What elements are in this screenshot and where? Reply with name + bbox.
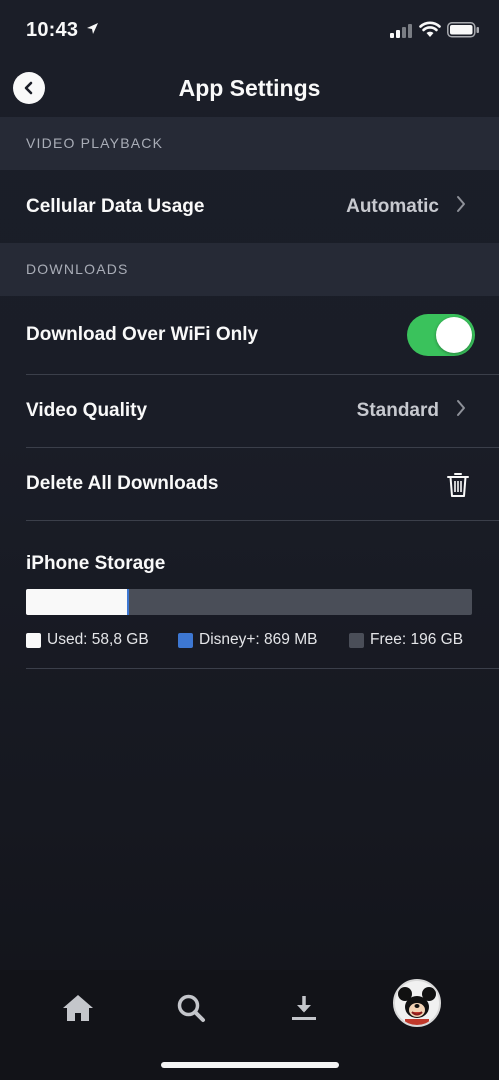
legend-used-swatch bbox=[26, 632, 41, 648]
tab-home[interactable] bbox=[54, 984, 102, 1032]
chevron-right-icon bbox=[456, 399, 466, 423]
home-icon bbox=[63, 995, 93, 1021]
video-quality-label: Video Quality bbox=[26, 400, 148, 421]
chevron-right-icon bbox=[456, 195, 466, 219]
toggle-knob bbox=[436, 317, 472, 353]
wifi-only-toggle[interactable] bbox=[407, 314, 475, 356]
legend-free-label: Free: 196 GB bbox=[370, 631, 464, 648]
search-icon bbox=[177, 994, 205, 1022]
download-over-wifi-label: Download Over WiFi Only bbox=[26, 324, 259, 345]
section-header-video-playback: VIDEO PLAYBACK bbox=[0, 117, 499, 170]
delete-all-downloads-label: Delete All Downloads bbox=[26, 473, 219, 494]
location-arrow-icon bbox=[86, 22, 99, 40]
profile-avatar[interactable] bbox=[393, 979, 441, 1027]
divider bbox=[26, 520, 499, 521]
legend-free: Free: 196 GB bbox=[349, 631, 463, 649]
divider bbox=[26, 668, 499, 669]
legend-disney: Disney+: 869 MB bbox=[178, 631, 317, 649]
status-bar: 10:43 bbox=[0, 0, 499, 60]
legend-used: Used: 58,8 GB bbox=[26, 631, 149, 649]
tab-downloads[interactable] bbox=[280, 984, 328, 1032]
section-header-downloads: DOWNLOADS bbox=[0, 243, 499, 296]
legend-disney-swatch bbox=[178, 632, 193, 648]
storage-usage-bar bbox=[26, 589, 472, 615]
cellular-signal-icon bbox=[390, 24, 414, 43]
video-quality-value: Standard bbox=[356, 400, 439, 421]
wifi-icon bbox=[419, 21, 441, 43]
home-indicator[interactable] bbox=[161, 1062, 339, 1068]
mickey-mouse-avatar-icon bbox=[395, 981, 439, 1025]
trash-icon[interactable] bbox=[447, 472, 469, 503]
cellular-data-usage-row[interactable]: Cellular Data Usage Automatic bbox=[0, 170, 499, 243]
tab-search[interactable] bbox=[167, 984, 215, 1032]
page-title: App Settings bbox=[178, 75, 321, 101]
storage-used-segment bbox=[26, 589, 127, 615]
downloads-icon bbox=[292, 996, 316, 1020]
legend-disney-label: Disney+: 869 MB bbox=[199, 631, 318, 648]
legend-free-swatch bbox=[349, 632, 364, 648]
nav-bar: App Settings bbox=[0, 60, 499, 118]
cellular-data-usage-value: Automatic bbox=[346, 195, 439, 217]
storage-disney-segment bbox=[127, 589, 129, 615]
battery-icon bbox=[447, 22, 480, 43]
status-time: 10:43 bbox=[26, 19, 79, 41]
storage-title: iPhone Storage bbox=[26, 553, 166, 574]
delete-all-downloads-row[interactable]: Delete All Downloads bbox=[0, 448, 499, 520]
cellular-data-usage-label: Cellular Data Usage bbox=[26, 195, 205, 217]
storage-legend: Used: 58,8 GB Disney+: 869 MB Free: 196 … bbox=[26, 631, 486, 651]
video-quality-row[interactable]: Video Quality Standard bbox=[0, 375, 499, 447]
legend-used-label: Used: 58,8 GB bbox=[47, 631, 149, 648]
